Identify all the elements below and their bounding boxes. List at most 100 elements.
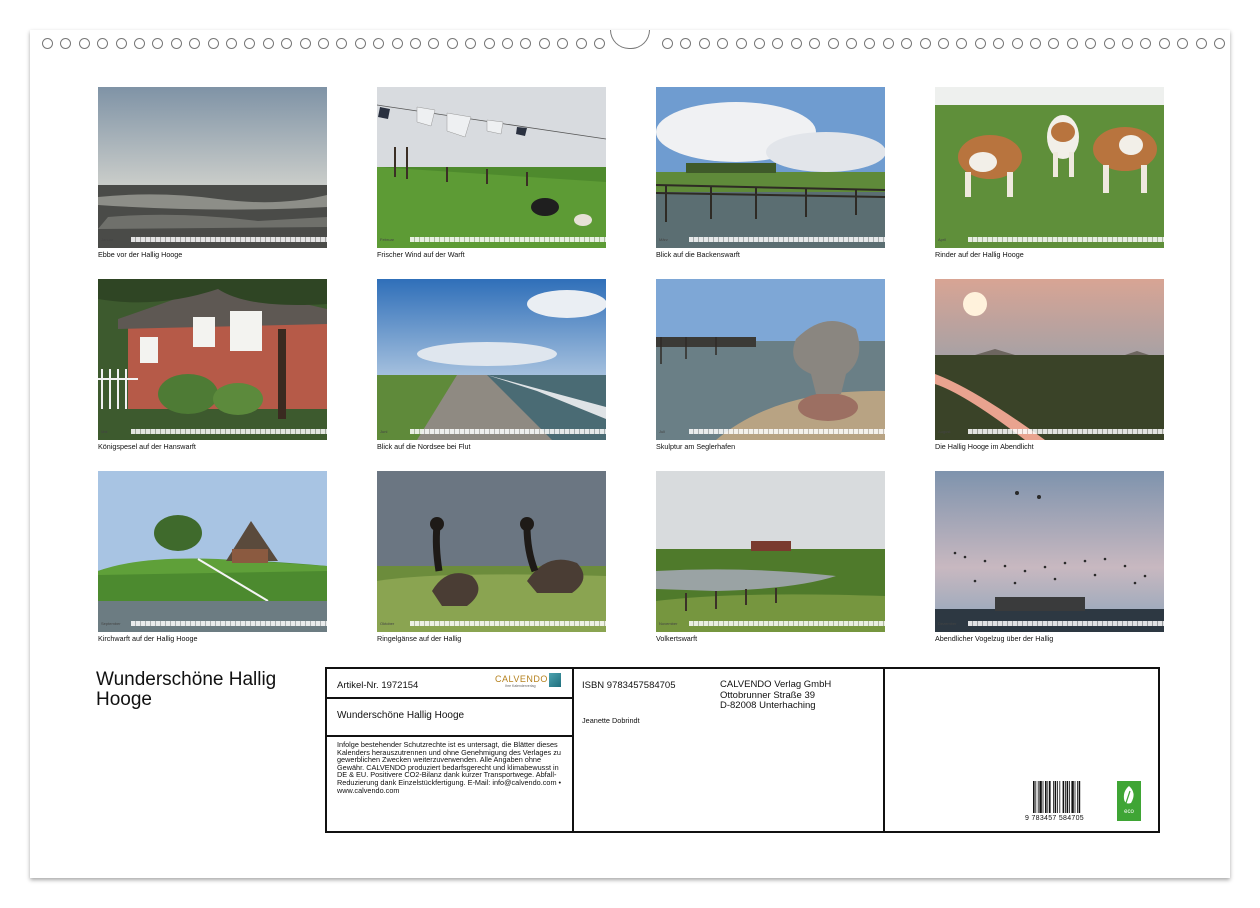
month-strip: November: [656, 620, 885, 627]
binding-ring: [299, 38, 311, 49]
binding-ring: [557, 38, 569, 49]
photo-skulptur-hafen: [656, 279, 885, 440]
barcode-bar: [1033, 781, 1035, 813]
imprint-left-column: Artikel-Nr. 1972154 CALVENDO Ihre Kalend…: [327, 669, 574, 831]
month-strip: Juli: [656, 428, 885, 435]
binding-ring: [391, 38, 403, 49]
binding-ring: [882, 38, 894, 49]
binding-ring: [207, 38, 219, 49]
month-strip: Februar: [377, 236, 606, 243]
binding-ring: [410, 38, 421, 49]
binding-ring: [846, 38, 857, 49]
article-number: Artikel-Nr. 1972154: [337, 680, 419, 691]
barcode-bar: [1039, 781, 1042, 813]
binding-ring: [809, 38, 821, 49]
month-strip: April: [935, 236, 1164, 243]
legal-notice: Infolge bestehender Schutzrechte ist es …: [337, 740, 562, 795]
month-strip: Januar: [98, 236, 327, 243]
photo-ringelgaense: [377, 471, 606, 632]
binding-ring: [336, 38, 348, 49]
binding-ring: [262, 38, 274, 49]
imprint-middle-column: ISBN 9783457584705 Jeanette Dobrindt CAL…: [574, 669, 885, 831]
photo-caption: Rinder auf der Hallig Hooge: [935, 250, 1024, 259]
month-strip: Juni: [377, 428, 606, 435]
binding-ring: [281, 38, 293, 49]
binding-ring: [1066, 38, 1078, 49]
binding-ring: [974, 38, 986, 49]
binding-ring: [244, 38, 256, 49]
photo-caption: Die Hallig Hooge im Abendlicht: [935, 442, 1034, 451]
photo-koenigspesel: [98, 279, 327, 440]
calendar-title: Wunderschöne Hallig Hooge: [96, 669, 277, 710]
photo-caption: Königspesel auf der Hanswarft: [98, 442, 196, 451]
binding-ring: [134, 38, 145, 49]
binding-ring: [226, 38, 237, 49]
barcode-bar: [1049, 781, 1051, 813]
binding-ring: [938, 38, 949, 49]
binding-ring: [1140, 38, 1152, 49]
binding-ring: [901, 38, 913, 49]
barcode-bar: [1059, 781, 1061, 813]
photo-caption: Blick auf die Nordsee bei Flut: [377, 442, 471, 451]
publisher-name: CALVENDO Verlag GmbH: [720, 679, 832, 690]
photo-kirchwarft: [98, 471, 327, 632]
barcode-bar: [1047, 781, 1049, 813]
binding-ring: [1030, 38, 1041, 49]
month-strip: September: [98, 620, 327, 627]
barcode-bar: [1078, 781, 1081, 813]
binding-ring: [354, 38, 366, 49]
photo-abendlicht: [935, 279, 1164, 440]
barcode-bar: [1065, 781, 1066, 813]
binding-ring: [446, 38, 458, 49]
binding-ring: [698, 38, 710, 49]
barcode-bar: [1057, 781, 1058, 813]
binding-ring: [483, 38, 495, 49]
binding-ring: [772, 38, 784, 49]
photo-caption: Frischer Wind auf der Warft: [377, 250, 465, 259]
subtitle-row: Wunderschöne Hallig Hooge: [327, 699, 572, 737]
month-strip: März: [656, 236, 885, 243]
binding-ring: [373, 38, 385, 49]
binding-ring: [864, 38, 876, 49]
binding-ring: [1011, 38, 1023, 49]
barcode-bar: [1035, 781, 1037, 813]
calvendo-logo: CALVENDO: [495, 674, 548, 684]
binding-ring: [1103, 38, 1115, 49]
binding-ring: [1158, 38, 1170, 49]
author-name: Jeanette Dobrindt: [582, 716, 640, 725]
binding-ring: [956, 38, 968, 49]
barcode-bar: [1053, 781, 1054, 813]
barcode-bar: [1045, 781, 1047, 813]
photo-nordsee-flut: [377, 279, 606, 440]
binding-ring: [1048, 38, 1060, 49]
month-strip: Dezember: [935, 620, 1164, 627]
month-strip: Oktober: [377, 620, 606, 627]
photo-volkertswarft: [656, 471, 885, 632]
article-row: Artikel-Nr. 1972154 CALVENDO Ihre Kalend…: [327, 669, 572, 699]
binding-ring: [60, 38, 72, 49]
binding-ring: [827, 38, 839, 49]
binding-ring: [919, 38, 931, 49]
binding-ring: [189, 38, 201, 49]
calvendo-logo-icon: [549, 673, 561, 687]
binding-ring: [1214, 38, 1225, 49]
eco-label: eco: [1124, 809, 1134, 815]
month-strip: Mai: [98, 428, 327, 435]
photo-caption: Ringelgänse auf der Hallig: [377, 634, 462, 643]
barcode-bar: [1071, 781, 1074, 813]
binding-ring: [1177, 38, 1189, 49]
calvendo-tagline: Ihre Kalenderverlag: [505, 684, 536, 688]
barcode-bar: [1077, 781, 1078, 813]
binding-ring: [115, 38, 127, 49]
binding-ring: [465, 38, 477, 49]
photo-caption: Kirchwarft auf der Hallig Hooge: [98, 634, 198, 643]
barcode-bar: [1054, 781, 1057, 813]
binding-ring: [318, 38, 329, 49]
month-strip: August: [935, 428, 1164, 435]
binding-ring: [1195, 38, 1207, 49]
photo-caption: Volkertswarft: [656, 634, 698, 643]
barcode-number: 9 783457 584705: [1025, 815, 1084, 822]
barcode-bar: [1069, 781, 1070, 813]
photo-laundry-sheep: [377, 87, 606, 248]
barcode-bar: [1066, 781, 1069, 813]
